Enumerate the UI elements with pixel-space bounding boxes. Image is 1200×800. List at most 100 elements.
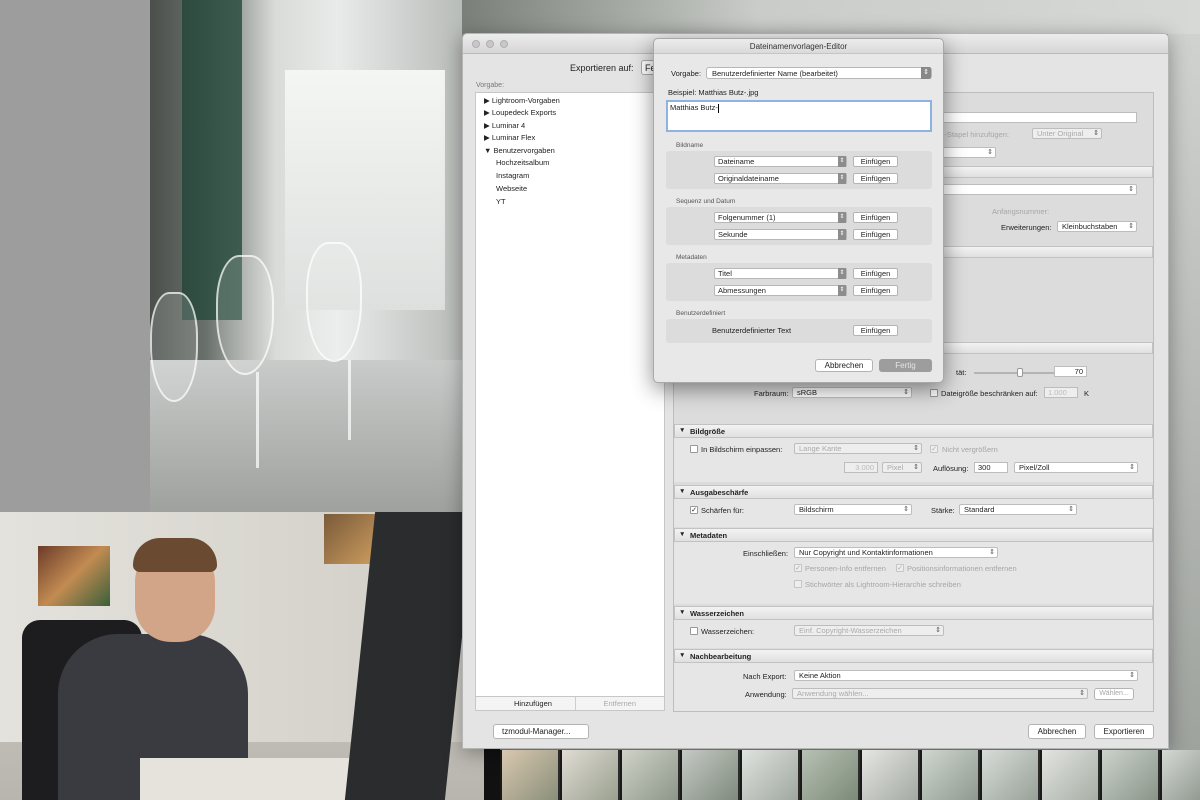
naming-select[interactable] [936, 147, 996, 158]
preset-header: Vorgabe: [476, 82, 505, 89]
original-name-token-select[interactable]: Originaldateiname [714, 173, 847, 184]
stack-label: en-Stapel hinzufügen: [936, 130, 1009, 139]
filmstrip-thumbnail[interactable] [980, 750, 1038, 800]
add-preset-button[interactable]: Hinzufügen [476, 697, 575, 710]
limit-size-input[interactable]: 1.000 [1044, 387, 1078, 398]
section-metadata[interactable]: Metadaten [674, 528, 1153, 542]
text-cursor [717, 103, 719, 113]
webcam-video [0, 512, 500, 800]
image-name-token-select[interactable]: Dateiname [714, 156, 847, 167]
color-space-select[interactable]: sRGB [792, 387, 912, 398]
stack-select[interactable]: Unter Original [1032, 128, 1102, 139]
size-input[interactable]: 3.000 [844, 462, 878, 473]
remove-location-checkbox[interactable]: ✓ [896, 564, 904, 572]
user-preset-item[interactable]: Instagram [496, 171, 529, 180]
insert-button[interactable]: Einfügen [853, 212, 898, 223]
application-select[interactable]: Anwendung wählen... [792, 688, 1088, 699]
preset-folder[interactable]: ▶ Luminar Flex [484, 133, 535, 142]
insert-button[interactable]: Einfügen [853, 156, 898, 167]
section-image-size[interactable]: Bildgröße [674, 424, 1153, 438]
quality-input[interactable]: 70 [1054, 366, 1087, 377]
template-text-field[interactable]: Matthias Butz- [666, 100, 932, 132]
quality-slider-knob[interactable] [1017, 368, 1023, 377]
editor-preset-label: Vorgabe: [671, 69, 702, 78]
no-enlarge-checkbox[interactable]: ✓ [930, 445, 938, 453]
section-post-processing[interactable]: Nachbearbeitung [674, 649, 1153, 663]
remove-person-checkbox[interactable]: ✓ [794, 564, 802, 572]
user-preset-item[interactable]: Webseite [496, 184, 527, 193]
amount-label: Stärke: [931, 506, 955, 515]
insert-button[interactable]: Einfügen [853, 285, 898, 296]
remove-preset-button[interactable]: Entfernen [574, 697, 664, 710]
sequence-token-select[interactable]: Folgenummer (1) [714, 212, 847, 223]
limit-size-checkbox[interactable] [930, 389, 938, 397]
custom-text-field[interactable] [936, 112, 1137, 123]
watermark-label: Wasserzeichen: [701, 627, 755, 636]
insert-button[interactable]: Einfügen [853, 268, 898, 279]
dimensions-token-select[interactable]: Abmessungen [714, 285, 847, 296]
sharpen-for-select[interactable]: Bildschirm [794, 504, 912, 515]
filmstrip-thumbnail[interactable] [860, 750, 918, 800]
extensions-select[interactable]: Kleinbuchstaben [1057, 221, 1137, 232]
editor-preset-select[interactable]: Benutzerdefinierter Name (bearbeitet) [706, 67, 932, 79]
preset-folder[interactable]: ▶ Lightroom-Vorgaben [484, 96, 560, 105]
filmstrip-thumbnail[interactable] [1160, 750, 1200, 800]
resolution-input[interactable]: 300 [974, 462, 1008, 473]
resolution-unit-select[interactable]: Pixel/Zoll [1014, 462, 1138, 473]
include-select[interactable]: Nur Copyright und Kontaktinformationen [794, 547, 998, 558]
preset-folder-label: Lightroom-Vorgaben [491, 96, 560, 105]
export-to-label: Exportieren auf: [570, 63, 634, 73]
user-preset-item[interactable]: Hochzeitsalbum [496, 158, 549, 167]
group-title-sequence-date: Sequenz und Datum [676, 198, 736, 205]
insert-button[interactable]: Einfügen [853, 173, 898, 184]
fit-screen-checkbox[interactable] [690, 445, 698, 453]
photo-glass [216, 255, 274, 375]
filmstrip-thumbnail[interactable] [500, 750, 558, 800]
date-token-select[interactable]: Sekunde [714, 229, 847, 240]
photo-table [150, 360, 462, 512]
close-window-button[interactable] [472, 40, 480, 48]
insert-button[interactable]: Einfügen [853, 325, 898, 336]
insert-button[interactable]: Einfügen [853, 229, 898, 240]
minimize-window-button[interactable] [486, 40, 494, 48]
user-preset-item[interactable]: YT [496, 197, 506, 206]
size-unit-select[interactable]: Pixel [882, 462, 922, 473]
keywords-checkbox[interactable] [794, 580, 802, 588]
zoom-window-button[interactable] [500, 40, 508, 48]
filmstrip-thumbnail[interactable] [800, 750, 858, 800]
editor-cancel-button[interactable]: Abbrechen [815, 359, 873, 372]
filmstrip-thumbnail[interactable] [920, 750, 978, 800]
editor-done-button[interactable]: Fertig [879, 359, 932, 372]
filename-template-editor: Dateinamenvorlagen-Editor Vorgabe: Benut… [653, 38, 944, 383]
preset-folder[interactable]: ▶ Luminar 4 [484, 121, 525, 130]
filmstrip-thumbnail[interactable] [740, 750, 798, 800]
background-photo-top [462, 0, 1200, 34]
watermark-body: Wasserzeichen: Einf. Copyright-Wasserzei… [674, 620, 1153, 648]
watermark-checkbox[interactable] [690, 627, 698, 635]
filmstrip-thumbnail[interactable] [1040, 750, 1098, 800]
filmstrip-thumbnail[interactable] [620, 750, 678, 800]
after-export-select[interactable]: Keine Aktion [794, 670, 1138, 681]
section-watermark[interactable]: Wasserzeichen [674, 606, 1153, 620]
file-type-select[interactable] [936, 184, 1137, 195]
filmstrip-thumbnail[interactable] [1100, 750, 1158, 800]
cancel-export-button[interactable]: Abbrechen [1028, 724, 1086, 739]
section-sharpening[interactable]: Ausgabeschärfe [674, 485, 1153, 499]
plugin-manager-button[interactable]: tzmodul-Manager... [493, 724, 589, 739]
export-button[interactable]: Exportieren [1094, 724, 1154, 739]
sharpen-checkbox[interactable]: ✓ [690, 506, 698, 514]
metadata-token-select[interactable]: Titel [714, 268, 847, 279]
amount-select[interactable]: Standard [959, 504, 1077, 515]
preset-folder[interactable]: ▼ Benutzervorgaben [484, 146, 555, 155]
preset-folder-label: Loupedeck Exports [491, 108, 557, 117]
preset-folder[interactable]: ▶ Loupedeck Exports [484, 108, 556, 117]
choose-application-button[interactable]: Wählen... [1094, 688, 1134, 700]
fit-screen-select[interactable]: Lange Kante [794, 443, 922, 454]
limit-size-label: Dateigröße beschränken auf: [941, 389, 1038, 398]
filmstrip-thumbnail[interactable] [560, 750, 618, 800]
application-label: Anwendung: [745, 690, 787, 699]
watermark-select[interactable]: Einf. Copyright-Wasserzeichen [794, 625, 944, 636]
photo-glass-stem [348, 360, 351, 440]
filmstrip-thumbnail[interactable] [680, 750, 738, 800]
filmstrip [500, 750, 1200, 800]
